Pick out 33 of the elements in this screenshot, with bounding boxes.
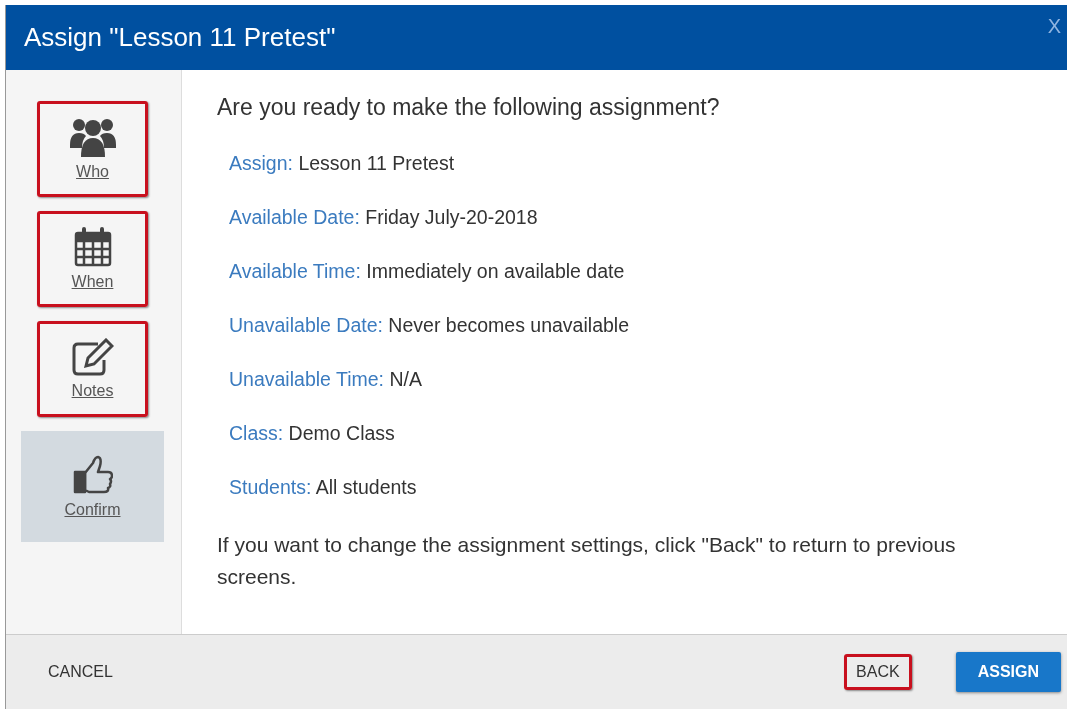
- step-label: Notes: [71, 382, 114, 400]
- calendar-icon: [73, 227, 112, 267]
- step-label: Confirm: [64, 500, 121, 519]
- detail-label: Class:: [229, 422, 284, 444]
- instruction-text: If you want to change the assignment settings, click "Back" to return to previous screens.: [217, 532, 957, 590]
- detail-label: Available Time:: [229, 260, 361, 282]
- detail-value: Demo Class: [288, 422, 395, 444]
- detail-value: N/A: [389, 368, 422, 390]
- detail-label: Students:: [229, 476, 312, 498]
- people-icon: [69, 117, 116, 157]
- sidebar-step[interactable]: Who: [37, 101, 148, 197]
- sidebar-step[interactable]: Notes: [37, 321, 148, 417]
- detail-value: Immediately on available date: [366, 260, 625, 282]
- detail-value: Never becomes unavailable: [388, 314, 629, 336]
- footer-button[interactable]: CANCEL: [36, 654, 125, 690]
- pencil-square-icon: [71, 338, 114, 376]
- detail-label: Unavailable Time:: [229, 368, 384, 390]
- step-label: When: [71, 273, 114, 291]
- window-title: Assign "Lesson 11 Pretest": [24, 22, 336, 53]
- sidebar-step[interactable]: When: [37, 211, 148, 307]
- step-label: Who: [76, 163, 109, 181]
- detail-label: Available Date:: [229, 206, 360, 228]
- detail-label: Unavailable Date:: [229, 314, 383, 336]
- sidebar-step[interactable]: Confirm: [21, 431, 164, 542]
- detail-value: Friday July-20-2018: [365, 206, 538, 228]
- thumbs-up-icon: [72, 454, 113, 495]
- assign-button[interactable]: ASSIGN: [955, 652, 1061, 692]
- close-button[interactable]: X: [1047, 15, 1061, 38]
- heading: Are you ready to make the following assignment?: [217, 94, 721, 121]
- detail-label: Assign:: [229, 152, 293, 174]
- detail-value: Lesson 11 Pretest: [298, 152, 455, 174]
- footer-button[interactable]: BACK: [844, 654, 912, 690]
- detail-value: All students: [315, 476, 417, 498]
